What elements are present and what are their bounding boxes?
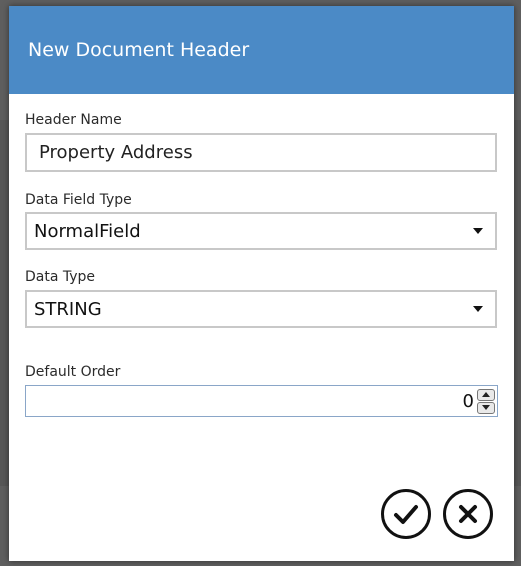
dialog-title: New Document Header bbox=[28, 39, 250, 61]
default-order-spinner[interactable] bbox=[477, 388, 495, 414]
chevron-down-icon[interactable] bbox=[473, 306, 483, 312]
data-field-type-value: NormalField bbox=[34, 220, 141, 242]
default-order-value[interactable]: 0 bbox=[463, 391, 474, 412]
header-name-input[interactable] bbox=[25, 133, 497, 172]
data-field-type-label: Data Field Type bbox=[25, 192, 132, 208]
dialog-header: New Document Header bbox=[9, 6, 514, 94]
default-order-label: Default Order bbox=[25, 364, 121, 380]
header-name-label: Header Name bbox=[25, 112, 122, 128]
spin-down-icon bbox=[482, 405, 490, 410]
data-type-value: STRING bbox=[34, 298, 102, 320]
cancel-button[interactable] bbox=[443, 489, 493, 539]
spin-down-button[interactable] bbox=[477, 401, 495, 414]
data-field-type-dropdown[interactable]: NormalField bbox=[25, 212, 497, 250]
confirm-button[interactable] bbox=[381, 489, 431, 539]
checkmark-icon bbox=[394, 505, 418, 524]
spin-up-button[interactable] bbox=[477, 388, 495, 401]
spin-up-icon bbox=[482, 392, 490, 397]
default-order-numeric-input[interactable]: 0 bbox=[25, 385, 498, 417]
data-type-dropdown[interactable]: STRING bbox=[25, 290, 497, 328]
close-icon bbox=[459, 505, 477, 523]
data-type-label: Data Type bbox=[25, 269, 96, 285]
chevron-down-icon[interactable] bbox=[473, 228, 483, 234]
new-document-header-dialog: New Document Header Header Name Data Fie… bbox=[9, 6, 514, 561]
